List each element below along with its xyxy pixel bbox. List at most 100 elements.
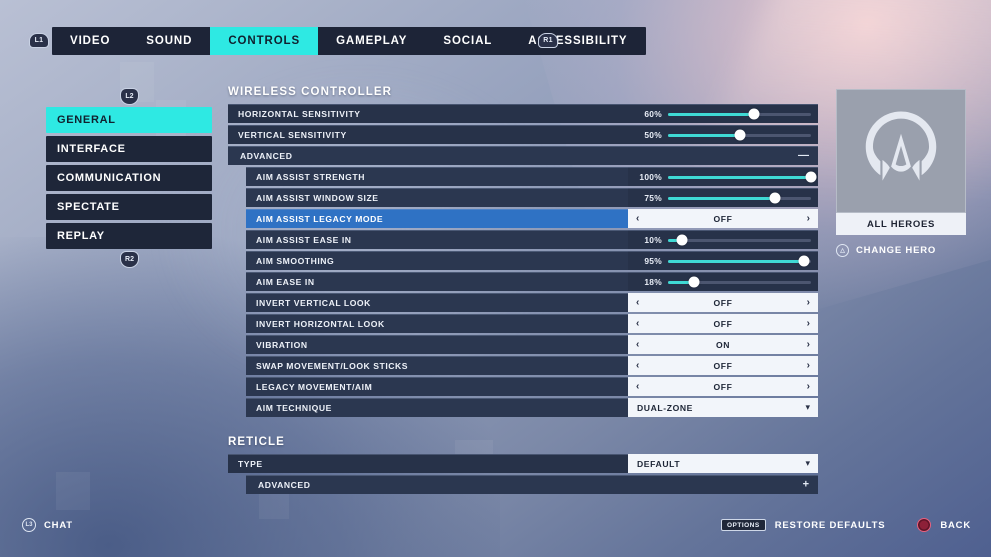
chevron-right-icon[interactable]: › <box>807 381 810 392</box>
trigger-button-l2-icon[interactable]: L2 <box>120 88 139 105</box>
triangle-glyph: △ <box>840 248 845 254</box>
slider-control[interactable]: 60% <box>628 104 818 123</box>
setting-label: AIM ASSIST WINDOW SIZE <box>246 188 628 207</box>
dropdown-value: DUAL-ZONE <box>637 402 694 413</box>
sidebar-item-label: GENERAL <box>57 114 116 126</box>
dropdown-control[interactable]: DEFAULT ▾ <box>628 454 818 473</box>
collapse-icon[interactable]: — <box>798 150 809 161</box>
setting-row-aim-assist-window-size[interactable]: AIM ASSIST WINDOW SIZE 75% <box>246 188 818 207</box>
setting-row-advanced[interactable]: ADVANCED — <box>228 146 818 165</box>
chevron-right-icon[interactable]: › <box>807 318 810 329</box>
slider-control[interactable]: 18% <box>628 272 818 291</box>
hero-portrait[interactable] <box>836 89 966 213</box>
tab-label: SOCIAL <box>443 35 493 47</box>
slider-control[interactable]: 95% <box>628 251 818 270</box>
slider-track[interactable] <box>668 108 811 120</box>
stepper-control[interactable]: ‹ OFF › <box>628 377 818 396</box>
stepper-control[interactable]: ‹ OFF › <box>628 209 818 228</box>
stepper-control[interactable]: ‹ OFF › <box>628 356 818 375</box>
slider-value: 95% <box>644 256 662 266</box>
chat-button[interactable]: L3 CHAT <box>22 518 73 532</box>
overwatch-logo-icon <box>865 111 937 181</box>
slider-value: 60% <box>644 109 662 119</box>
dropdown-control[interactable]: DUAL-ZONE ▾ <box>628 398 818 417</box>
tab-controls[interactable]: CONTROLS <box>210 27 319 55</box>
slider-knob[interactable] <box>688 276 700 288</box>
slider-value: 100% <box>639 172 662 182</box>
chevron-right-icon[interactable]: › <box>807 360 810 371</box>
setting-row-aim-assist-ease-in[interactable]: AIM ASSIST EASE IN 10% <box>246 230 818 249</box>
tab-social[interactable]: SOCIAL <box>425 27 510 55</box>
slider-knob[interactable] <box>676 234 688 246</box>
chevron-right-icon[interactable]: › <box>807 297 810 308</box>
slider-track[interactable] <box>668 234 811 246</box>
sidebar-item-interface[interactable]: INTERFACE <box>46 136 212 162</box>
slider-track[interactable] <box>668 192 811 204</box>
setting-row-legacy-movement-aim[interactable]: LEGACY MOVEMENT/AIM ‹ OFF › <box>246 377 818 396</box>
slider-knob[interactable] <box>734 129 745 141</box>
options-button-icon[interactable]: OPTIONS <box>720 519 766 531</box>
circle-button-icon[interactable] <box>917 518 932 532</box>
sidebar-item-communication[interactable]: COMMUNICATION <box>46 165 212 191</box>
tab-sound[interactable]: SOUND <box>128 27 210 55</box>
setting-row-vibration[interactable]: VIBRATION ‹ ON › <box>246 335 818 354</box>
stepper-control[interactable]: ‹ OFF › <box>628 314 818 333</box>
setting-row-vertical-sensitivity[interactable]: VERTICAL SENSITIVITY 50% <box>228 125 818 144</box>
tab-accessibility[interactable]: ACCESSIBILITY <box>510 27 645 55</box>
chevron-down-icon[interactable]: ▾ <box>805 458 810 469</box>
slider-track[interactable] <box>668 255 811 267</box>
slider-control[interactable]: 75% <box>628 188 818 207</box>
setting-label: INVERT VERTICAL LOOK <box>246 293 628 312</box>
setting-row-aim-ease-in[interactable]: AIM EASE IN 18% <box>246 272 818 291</box>
tab-gameplay[interactable]: GAMEPLAY <box>318 27 425 55</box>
shoulder-button-r1-icon[interactable]: R1 <box>538 33 558 48</box>
triangle-button-icon: △ <box>836 244 849 257</box>
setting-row-horizontal-sensitivity[interactable]: HORIZONTAL SENSITIVITY 60% <box>228 104 818 123</box>
chevron-right-icon[interactable]: › <box>807 339 810 350</box>
slider-knob[interactable] <box>748 108 760 120</box>
slider-track[interactable] <box>668 276 811 288</box>
stepper-value: OFF <box>713 318 733 329</box>
setting-row-invert-vertical-look[interactable]: INVERT VERTICAL LOOK ‹ OFF › <box>246 293 818 312</box>
slider-control[interactable]: 50% <box>628 125 818 144</box>
setting-row-advanced[interactable]: ADVANCED + <box>246 475 818 494</box>
slider-track[interactable] <box>668 129 811 141</box>
setting-row-swap-movement-look-sticks[interactable]: SWAP MOVEMENT/LOOK STICKS ‹ OFF › <box>246 356 818 375</box>
slider-knob[interactable] <box>769 192 781 204</box>
tab-video[interactable]: VIDEO <box>52 27 128 55</box>
setting-row-aim-technique[interactable]: AIM TECHNIQUE DUAL-ZONE ▾ <box>246 398 818 417</box>
sidebar-item-replay[interactable]: REPLAY <box>46 223 212 249</box>
chevron-right-icon[interactable]: › <box>807 213 810 224</box>
slider-control[interactable]: 10% <box>628 230 818 249</box>
setting-row-type[interactable]: TYPE DEFAULT ▾ <box>228 454 818 473</box>
setting-label: AIM SMOOTHING <box>246 251 628 270</box>
setting-label: VERTICAL SENSITIVITY <box>228 125 628 144</box>
back-label[interactable]: BACK <box>940 520 971 531</box>
sidebar-item-label: REPLAY <box>57 230 105 242</box>
stepper-control[interactable]: ‹ ON › <box>628 335 818 354</box>
restore-defaults-label[interactable]: RESTORE DEFAULTS <box>775 520 886 531</box>
slider-control[interactable]: 100% <box>628 167 818 186</box>
shoulder-l1-label: L1 <box>34 37 44 44</box>
slider-knob[interactable] <box>798 255 810 267</box>
change-hero-button[interactable]: △ CHANGE HERO <box>836 244 966 257</box>
setting-row-invert-horizontal-look[interactable]: INVERT HORIZONTAL LOOK ‹ OFF › <box>246 314 818 333</box>
stepper-control[interactable]: ‹ OFF › <box>628 293 818 312</box>
expand-icon[interactable]: + <box>803 479 809 490</box>
slider-value: 75% <box>644 193 662 203</box>
setting-row-aim-assist-legacy-mode[interactable]: AIM ASSIST LEGACY MODE ‹ OFF › <box>246 209 818 228</box>
setting-label: LEGACY MOVEMENT/AIM <box>246 377 628 396</box>
chevron-down-icon[interactable]: ▾ <box>805 402 810 413</box>
trigger-button-r2-icon[interactable]: R2 <box>120 251 139 268</box>
tab-label: GAMEPLAY <box>336 35 408 47</box>
stepper-value: OFF <box>713 360 733 371</box>
setting-row-aim-assist-strength[interactable]: AIM ASSIST STRENGTH 100% <box>246 167 818 186</box>
slider-knob[interactable] <box>805 171 817 183</box>
shoulder-button-l1-icon[interactable]: L1 <box>29 33 49 48</box>
sidebar-item-spectate[interactable]: SPECTATE <box>46 194 212 220</box>
setting-label: AIM ASSIST EASE IN <box>246 230 628 249</box>
slider-track[interactable] <box>668 171 817 183</box>
sidebar-item-general[interactable]: GENERAL <box>46 107 212 133</box>
setting-row-aim-smoothing[interactable]: AIM SMOOTHING 95% <box>246 251 818 270</box>
